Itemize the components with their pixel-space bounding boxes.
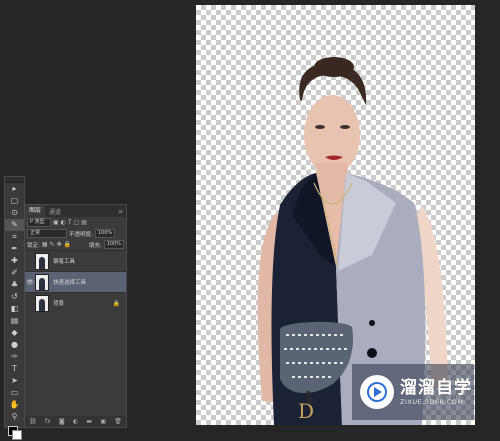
type-tool-icon[interactable]: T bbox=[5, 363, 24, 375]
filter-pixel-icon[interactable]: ▣ bbox=[53, 219, 59, 226]
bag-charm-letter: D bbox=[298, 399, 314, 423]
watermark-title: 溜溜自学 bbox=[400, 378, 472, 398]
filter-shape-icon[interactable]: ▢ bbox=[74, 219, 80, 226]
blend-row: 正常 不透明度: 100% bbox=[25, 228, 126, 239]
lock-all-icon[interactable]: 🔒 bbox=[64, 241, 71, 248]
background-color-swatch[interactable] bbox=[12, 430, 22, 440]
layer-filter-select[interactable]: P 类型 bbox=[27, 218, 51, 227]
filter-type-icon[interactable]: T bbox=[68, 219, 72, 226]
brush-tool-icon[interactable]: ✐ bbox=[5, 267, 24, 279]
hand-tool-icon[interactable]: ✋ bbox=[5, 399, 24, 411]
panel-tabs: 图层 通道 ≡ bbox=[25, 205, 126, 217]
tool-list: ▸ ▢ ⊙ ✎ ⌗ ✒ ✚ ✐ ♣ ↺ ◧ ▤ ◆ ● ✑ T ➤ ▭ ✋ ⚲ bbox=[5, 183, 24, 423]
layer-thumbnail bbox=[35, 294, 49, 312]
history-brush-tool-icon[interactable]: ↺ bbox=[5, 291, 24, 303]
add-mask-icon[interactable]: ◙ bbox=[59, 418, 65, 425]
filter-smart-object-icon[interactable]: ▤ bbox=[81, 219, 87, 226]
new-group-icon[interactable]: ▬ bbox=[86, 418, 92, 425]
cutout-photo: D bbox=[257, 57, 448, 425]
layer-lock-icon: 🔒 bbox=[112, 299, 120, 307]
layer-thumbnail bbox=[35, 273, 49, 291]
gradient-tool-icon[interactable]: ▤ bbox=[5, 315, 24, 327]
quick-selection-tool-icon[interactable]: ✎ bbox=[5, 219, 24, 231]
lock-position-icon[interactable]: ✥ bbox=[57, 241, 62, 248]
filter-adjustment-icon[interactable]: ◐ bbox=[61, 219, 66, 226]
new-layer-icon[interactable]: ▣ bbox=[100, 418, 106, 425]
path-selection-tool-icon[interactable]: ➤ bbox=[5, 375, 24, 387]
pen-tool-icon[interactable]: ✑ bbox=[5, 351, 24, 363]
layer-row[interactable]: 钢笔工具 bbox=[25, 250, 126, 271]
dodge-tool-icon[interactable]: ● bbox=[5, 339, 24, 351]
right-eye bbox=[340, 125, 350, 129]
dress-button bbox=[369, 320, 375, 326]
lock-row: 锁定: ▦ ✎ ✥ 🔒 填充: 100% bbox=[25, 239, 126, 250]
play-logo-icon bbox=[360, 375, 394, 409]
panel-menu-icon[interactable]: ≡ bbox=[118, 208, 126, 215]
marquee-tool-icon[interactable]: ▢ bbox=[5, 195, 24, 207]
hair-bun bbox=[314, 57, 354, 77]
shape-tool-icon[interactable]: ▭ bbox=[5, 387, 24, 399]
delete-layer-icon[interactable]: 🗑 bbox=[114, 418, 122, 425]
move-tool-icon[interactable]: ▸ bbox=[5, 183, 24, 195]
left-eye bbox=[315, 125, 325, 129]
blend-mode-select[interactable]: 正常 bbox=[27, 229, 67, 238]
tab-layers[interactable]: 图层 bbox=[25, 205, 46, 217]
watermark-subtitle: ZIXUE.3D66.COM bbox=[400, 398, 464, 406]
layers-panel: 图层 通道 ≡ P 类型 ▣ ◐ T ▢ ▤ 正常 不透明度: 100% 锁定:… bbox=[24, 204, 127, 428]
panel-footer: ⛓ fx ◙ ◐ ▬ ▣ 🗑 bbox=[25, 416, 126, 427]
clone-stamp-tool-icon[interactable]: ♣ bbox=[5, 279, 24, 291]
document-canvas[interactable]: D bbox=[196, 5, 475, 425]
layer-name[interactable]: 钢笔工具 bbox=[53, 257, 75, 265]
healing-brush-tool-icon[interactable]: ✚ bbox=[5, 255, 24, 267]
lock-label: 锁定: bbox=[27, 242, 40, 249]
tools-panel: ▸ ▢ ⊙ ✎ ⌗ ✒ ✚ ✐ ♣ ↺ ◧ ▤ ◆ ● ✑ T ➤ ▭ ✋ ⚲ bbox=[4, 176, 25, 440]
tab-channels[interactable]: 通道 bbox=[45, 207, 65, 216]
lock-transparency-icon[interactable]: ▦ bbox=[42, 241, 48, 248]
layer-list: 钢笔工具 👁 快速选择工具 背景 🔒 bbox=[25, 250, 126, 313]
zoom-tool-icon[interactable]: ⚲ bbox=[5, 411, 24, 423]
visibility-eye-icon[interactable]: 👁 bbox=[25, 279, 35, 286]
layer-row[interactable]: 背景 🔒 bbox=[25, 292, 126, 313]
layer-row[interactable]: 👁 快速选择工具 bbox=[25, 271, 126, 292]
layer-name[interactable]: 背景 bbox=[53, 299, 64, 307]
link-layers-icon[interactable]: ⛓ bbox=[29, 418, 37, 425]
opacity-label: 不透明度: bbox=[69, 231, 93, 238]
opacity-input[interactable]: 100% bbox=[94, 229, 116, 238]
watermark: 溜溜自学 ZIXUE.3D66.COM bbox=[352, 364, 474, 420]
layer-thumbnail bbox=[35, 252, 49, 270]
blur-tool-icon[interactable]: ◆ bbox=[5, 327, 24, 339]
filter-row: P 类型 ▣ ◐ T ▢ ▤ bbox=[25, 217, 126, 228]
dress-button bbox=[367, 348, 377, 358]
crop-tool-icon[interactable]: ⌗ bbox=[5, 231, 24, 243]
fill-input[interactable]: 100% bbox=[103, 240, 124, 249]
watermark-text: 溜溜自学 ZIXUE.3D66.COM bbox=[400, 378, 472, 406]
eraser-tool-icon[interactable]: ◧ bbox=[5, 303, 24, 315]
lasso-tool-icon[interactable]: ⊙ bbox=[5, 207, 24, 219]
lock-pixels-icon[interactable]: ✎ bbox=[50, 241, 55, 248]
layer-style-icon[interactable]: fx bbox=[45, 418, 51, 425]
adjustment-layer-icon[interactable]: ◐ bbox=[73, 418, 78, 425]
color-swatches[interactable] bbox=[5, 425, 24, 441]
layer-name[interactable]: 快速选择工具 bbox=[53, 278, 86, 286]
fill-label: 填充: bbox=[88, 242, 102, 249]
eyedropper-tool-icon[interactable]: ✒ bbox=[5, 243, 24, 255]
